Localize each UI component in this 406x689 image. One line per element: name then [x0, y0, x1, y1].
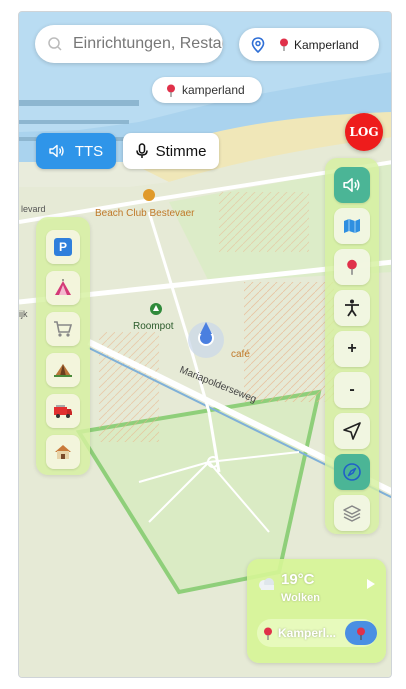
tts-button-label: TTS	[74, 142, 104, 160]
place-chip-label: kamperland	[182, 83, 245, 97]
weather-location-label: Kamperl...	[278, 626, 337, 640]
filter-parking[interactable]: P	[46, 230, 80, 264]
map-label-roompot: Roompot	[133, 321, 174, 332]
filter-tent[interactable]	[46, 271, 80, 305]
camping-tent-icon	[54, 364, 72, 377]
location-target-icon	[251, 36, 265, 53]
map-button[interactable]	[334, 208, 370, 244]
speaker-icon	[49, 144, 64, 158]
location-pill[interactable]: Kamperland	[239, 28, 379, 61]
pin-icon	[167, 84, 175, 97]
compass-icon	[343, 463, 361, 481]
pin-button[interactable]	[334, 249, 370, 285]
pin-icon	[347, 259, 357, 275]
house-icon	[55, 445, 71, 459]
zoom-in-label: +	[347, 340, 357, 357]
accessibility-icon	[345, 299, 359, 317]
app-frame: Beach Club Bestevaer Roompot Mariapolder…	[18, 11, 392, 678]
weather-condition: Wolken	[281, 592, 320, 604]
play-arrow-icon[interactable]	[367, 579, 375, 589]
layers-icon	[343, 505, 361, 522]
layers-button[interactable]	[334, 495, 370, 531]
filter-shopping[interactable]	[46, 312, 80, 346]
filter-camping[interactable]	[46, 353, 80, 387]
pin-icon	[357, 627, 365, 640]
map-label-beach-club: Beach Club Bestevaer	[95, 208, 195, 219]
weather-location[interactable]: Kamperl...	[257, 619, 377, 647]
fire-truck-icon	[54, 405, 72, 418]
zoom-out-label: -	[349, 381, 355, 398]
pin-icon	[264, 627, 272, 640]
filter-house[interactable]	[46, 435, 80, 469]
weather-widget[interactable]: 19°C Wolken Kamperl...	[247, 559, 386, 663]
weather-location-button[interactable]	[345, 621, 377, 645]
log-button[interactable]: LOG	[345, 113, 383, 151]
weather-temperature: 19°C	[281, 571, 315, 588]
search-bar[interactable]	[35, 25, 223, 63]
map-label-ijk: ijk	[19, 309, 28, 319]
tts-button[interactable]: TTS	[36, 133, 116, 169]
compass-button[interactable]	[334, 454, 370, 490]
place-chip[interactable]: kamperland	[152, 77, 262, 103]
parking-icon: P	[54, 238, 72, 256]
cloud-icon	[259, 578, 274, 590]
microphone-icon	[135, 143, 148, 158]
search-input[interactable]	[73, 35, 223, 53]
navigate-button[interactable]	[334, 413, 370, 449]
speaker-icon	[343, 178, 360, 192]
filter-fire-station[interactable]	[46, 394, 80, 428]
log-button-label: LOG	[349, 125, 379, 139]
map-label-cafe: café	[231, 349, 250, 360]
voice-button-label: Stimme	[155, 142, 207, 160]
shopping-cart-icon	[54, 321, 73, 337]
accessibility-button[interactable]	[334, 290, 370, 326]
navigation-arrow-icon	[343, 422, 361, 440]
pin-icon	[280, 38, 288, 51]
map-controls-panel: + -	[325, 158, 379, 534]
map-icon	[344, 219, 360, 233]
location-pill-label: Kamperland	[294, 37, 359, 52]
map-label-levard: levard	[21, 204, 46, 214]
zoom-out-button[interactable]: -	[334, 372, 370, 408]
tent-icon	[55, 279, 71, 295]
poi-filter-panel: P	[36, 217, 90, 475]
zoom-in-button[interactable]: +	[334, 331, 370, 367]
sound-toggle-button[interactable]	[334, 167, 370, 203]
search-icon	[48, 37, 62, 51]
voice-button[interactable]: Stimme	[123, 133, 219, 169]
